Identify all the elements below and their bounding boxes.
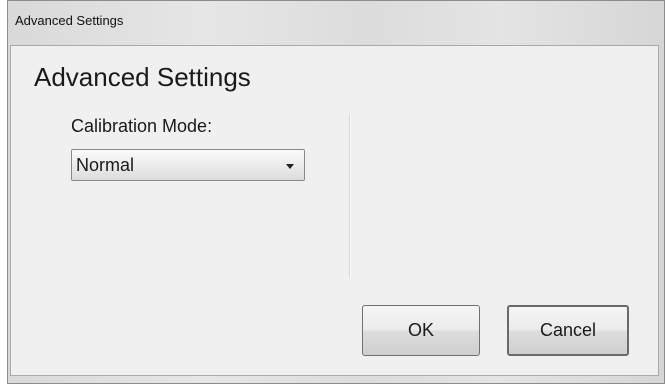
vertical-divider bbox=[349, 114, 351, 277]
calibration-mode-dropdown[interactable]: Normal bbox=[71, 149, 305, 181]
page-title: Advanced Settings bbox=[34, 62, 251, 92]
chevron-down-icon bbox=[286, 164, 294, 169]
ok-button[interactable]: OK bbox=[362, 305, 480, 356]
title-bar[interactable]: Advanced Settings bbox=[8, 1, 664, 45]
advanced-settings-window: Advanced Settings Advanced Settings Cali… bbox=[7, 0, 665, 384]
calibration-mode-value: Normal bbox=[76, 155, 135, 175]
cancel-button[interactable]: Cancel bbox=[507, 305, 629, 356]
calibration-mode-label: Calibration Mode: bbox=[71, 116, 213, 136]
window-title: Advanced Settings bbox=[15, 13, 124, 28]
dialog-content: Advanced Settings Calibration Mode: Norm… bbox=[10, 45, 659, 376]
